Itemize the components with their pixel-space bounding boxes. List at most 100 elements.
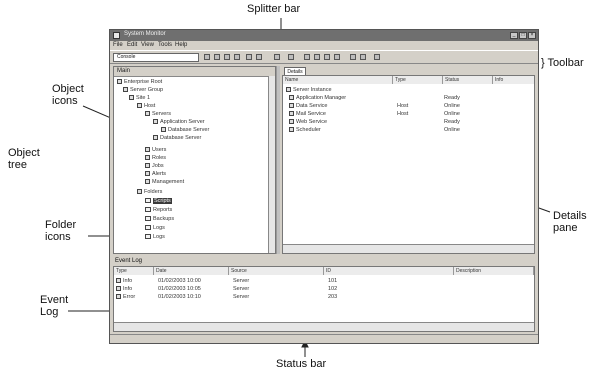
event-log-scrollbar[interactable]: [114, 322, 534, 331]
tree-node[interactable]: Roles: [145, 155, 166, 161]
menu-file[interactable]: File: [113, 42, 123, 48]
info-icon: [116, 278, 121, 284]
tree-node[interactable]: Jobs: [145, 163, 164, 169]
help-icon[interactable]: [374, 54, 380, 60]
object-tree-label: Object tree: [8, 147, 40, 171]
folder-icon: [145, 207, 151, 213]
folder-icons-label: Folder icons: [45, 219, 77, 243]
back-icon[interactable]: [204, 54, 210, 60]
column-type[interactable]: Type: [393, 76, 443, 84]
details-row[interactable]: Application Manager Ready: [289, 95, 460, 101]
tree-node[interactable]: Host: [137, 103, 155, 109]
tree-node[interactable]: Server Group: [123, 87, 163, 93]
splitter-bar[interactable]: [276, 66, 280, 254]
database-icon: [153, 135, 158, 141]
tree-header: Main: [114, 67, 275, 77]
event-log-header: Event Log: [113, 257, 535, 265]
host-icon: [137, 103, 142, 109]
details-row[interactable]: Web Service Ready: [289, 119, 460, 125]
tree-node[interactable]: Logs: [145, 234, 165, 240]
object-icons-label: Object icons: [52, 83, 84, 107]
roles-icon: [145, 155, 150, 161]
collapse-icon[interactable]: [256, 54, 262, 60]
details-pane-label: Details pane: [553, 210, 587, 234]
close-button[interactable]: ×: [528, 32, 536, 39]
event-log-label: Event Log: [40, 294, 69, 318]
status-bar-label: Status bar: [276, 358, 327, 370]
users-icon: [145, 147, 150, 153]
menu-edit[interactable]: Edit: [127, 42, 137, 48]
toolbar-label: } Toolbar: [541, 57, 584, 69]
tree-node[interactable]: Users: [145, 147, 166, 153]
tree-node[interactable]: Management: [145, 179, 184, 185]
server-icon: [153, 119, 158, 125]
event-row[interactable]: Error 01/02/2003 10:10 Server 203: [116, 294, 337, 300]
print-icon[interactable]: [288, 54, 294, 60]
menu-tools[interactable]: Tools: [158, 42, 172, 48]
expand-icon[interactable]: [246, 54, 252, 60]
event-row[interactable]: Info 01/02/2003 10:05 Server 102: [116, 286, 337, 292]
forward-icon[interactable]: [214, 54, 220, 60]
tree-node[interactable]: Reports: [145, 207, 172, 213]
jobs-icon: [145, 163, 150, 169]
column-info[interactable]: Info: [493, 76, 534, 84]
tree-node[interactable]: Folders: [137, 189, 162, 195]
delete-icon[interactable]: [334, 54, 340, 60]
column-description[interactable]: Description: [454, 267, 534, 275]
server-group-icon: [123, 87, 128, 93]
object-tree-pane: Main Enterprise Root Server Group Site 1…: [113, 66, 276, 254]
column-name[interactable]: Name: [283, 76, 393, 84]
tree-node[interactable]: Alerts: [145, 171, 166, 177]
details-row[interactable]: Server Instance: [286, 87, 332, 93]
column-id[interactable]: ID: [324, 267, 454, 275]
event-row[interactable]: Info 01/02/2003 10:00 Server 101: [116, 278, 337, 284]
filter-icon[interactable]: [234, 54, 240, 60]
column-status[interactable]: Status: [443, 76, 493, 84]
site-icon: [129, 95, 134, 101]
management-icon: [145, 179, 150, 185]
tree-node[interactable]: Site 1: [129, 95, 150, 101]
maximize-button[interactable]: □: [519, 32, 527, 39]
redo-icon[interactable]: [360, 54, 366, 60]
properties-icon[interactable]: [274, 54, 280, 60]
console-combo[interactable]: Console: [113, 53, 199, 62]
info-icon: [116, 286, 121, 292]
tree-node[interactable]: Database Server: [153, 135, 201, 141]
menu-help[interactable]: Help: [175, 42, 187, 48]
column-date[interactable]: Date: [154, 267, 229, 275]
minimize-button[interactable]: _: [510, 32, 518, 39]
error-icon: [116, 294, 121, 300]
details-row[interactable]: Mail Service Host Online: [289, 111, 460, 117]
item-icon: [289, 111, 294, 117]
tree-node[interactable]: Enterprise Root: [117, 79, 162, 85]
status-bar: [110, 334, 538, 343]
cut-icon[interactable]: [304, 54, 310, 60]
item-icon: [289, 119, 294, 125]
details-row[interactable]: Data Service Host Online: [289, 103, 460, 109]
menu-view[interactable]: View: [141, 42, 154, 48]
toolbar: Console: [110, 50, 538, 64]
item-icon: [289, 103, 294, 109]
tree-node[interactable]: Application Server: [153, 119, 205, 125]
tree-node[interactable]: Logs: [145, 225, 165, 231]
folder-icon: [145, 216, 151, 222]
tree-scrollbar[interactable]: [268, 76, 275, 253]
copy-icon[interactable]: [314, 54, 320, 60]
folders-icon: [137, 189, 142, 195]
up-icon[interactable]: [224, 54, 230, 60]
tree-node[interactable]: Backups: [145, 216, 174, 222]
details-row[interactable]: Scheduler Online: [289, 127, 460, 133]
tree-node[interactable]: Scripts: [145, 198, 172, 204]
tree-node[interactable]: Database Server: [161, 127, 209, 133]
alerts-icon: [145, 171, 150, 177]
column-type[interactable]: Type: [114, 267, 154, 275]
event-log-pane: Type Date Source ID Description Info 01/0…: [113, 266, 535, 332]
tree-node[interactable]: Servers: [145, 111, 171, 117]
window-title: System Monitor: [124, 31, 166, 37]
paste-icon[interactable]: [324, 54, 330, 60]
server-icon: [145, 111, 150, 117]
column-source[interactable]: Source: [229, 267, 324, 275]
details-scrollbar[interactable]: [283, 244, 534, 253]
undo-icon[interactable]: [350, 54, 356, 60]
item-icon: [289, 127, 294, 133]
